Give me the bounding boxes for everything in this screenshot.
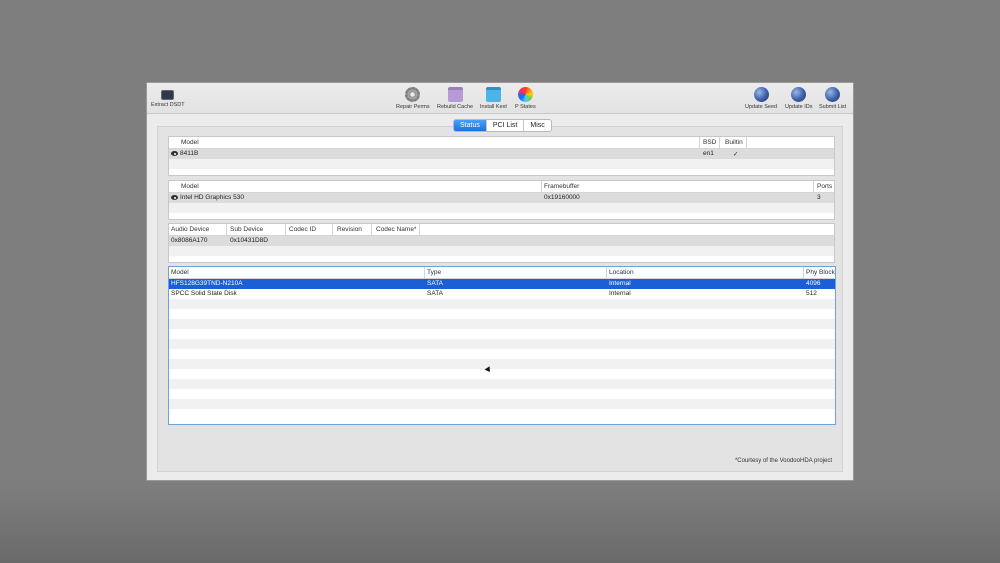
table-row[interactable]: 0x8086A170 0x10431D8D	[169, 236, 834, 246]
update-ids-button[interactable]: Update IDs	[785, 87, 813, 110]
table-header: Model Framebuffer Ports	[169, 181, 834, 193]
table-row[interactable]: 8411B en1 ✓	[169, 149, 834, 159]
color-wheel-icon	[517, 87, 533, 102]
table-header: Model BSD Builtin	[169, 137, 834, 149]
tab-pci-list[interactable]: PCI List	[487, 120, 525, 131]
extract-dsdt-button[interactable]: Extract DSDT	[151, 87, 185, 108]
tab-misc[interactable]: Misc	[524, 120, 550, 131]
table-row[interactable]: SPCC Solid State Disk SATA Internal 512	[169, 289, 835, 299]
table-header: Model Type Location Phy Block	[169, 267, 835, 279]
eye-icon	[171, 151, 178, 156]
table-header: Audio Device Sub Device Codec ID Revisio…	[169, 224, 834, 236]
table-row[interactable]: HFS128G39TND-N210A SATA Internal 4096	[169, 279, 835, 289]
eye-icon	[171, 195, 178, 200]
rebuild-cache-button[interactable]: Rebuild Cache	[437, 87, 473, 110]
main-window: Extract DSDT Repair Perms Rebuild Cache …	[146, 82, 854, 481]
submit-list-button[interactable]: Submit List	[819, 87, 846, 110]
network-table: Model BSD Builtin 8411B en1 ✓	[168, 136, 835, 176]
folder-icon	[447, 87, 463, 102]
footnote: *Courtesy of the VoodooHDA project	[734, 458, 832, 464]
tab-bar: Status PCI List Misc	[453, 119, 552, 132]
disk-table[interactable]: Model Type Location Phy Block HFS128G39T…	[168, 266, 836, 425]
p-states-button[interactable]: P States	[515, 87, 536, 110]
gear-icon	[405, 87, 421, 102]
kext-folder-icon	[485, 87, 501, 102]
content-panel: Model BSD Builtin 8411B en1 ✓ Model Fram…	[157, 126, 843, 472]
graphics-table: Model Framebuffer Ports Intel HD Graphic…	[168, 180, 835, 220]
update-seed-button[interactable]: Update Seed	[745, 87, 777, 110]
builtin-checkbox[interactable]: ✓	[733, 150, 738, 158]
laptop-icon	[161, 90, 175, 100]
tab-status[interactable]: Status	[454, 120, 487, 131]
audio-table: Audio Device Sub Device Codec ID Revisio…	[168, 223, 835, 263]
toolbar: Extract DSDT Repair Perms Rebuild Cache …	[147, 83, 853, 114]
globe-icon	[791, 87, 807, 102]
globe-icon	[753, 87, 769, 102]
table-row[interactable]: Intel HD Graphics 530 0x19160000 3	[169, 193, 834, 203]
repair-perms-button[interactable]: Repair Perms	[396, 87, 430, 110]
globe-icon	[825, 87, 841, 102]
install-kext-button[interactable]: Install Kext	[480, 87, 507, 110]
